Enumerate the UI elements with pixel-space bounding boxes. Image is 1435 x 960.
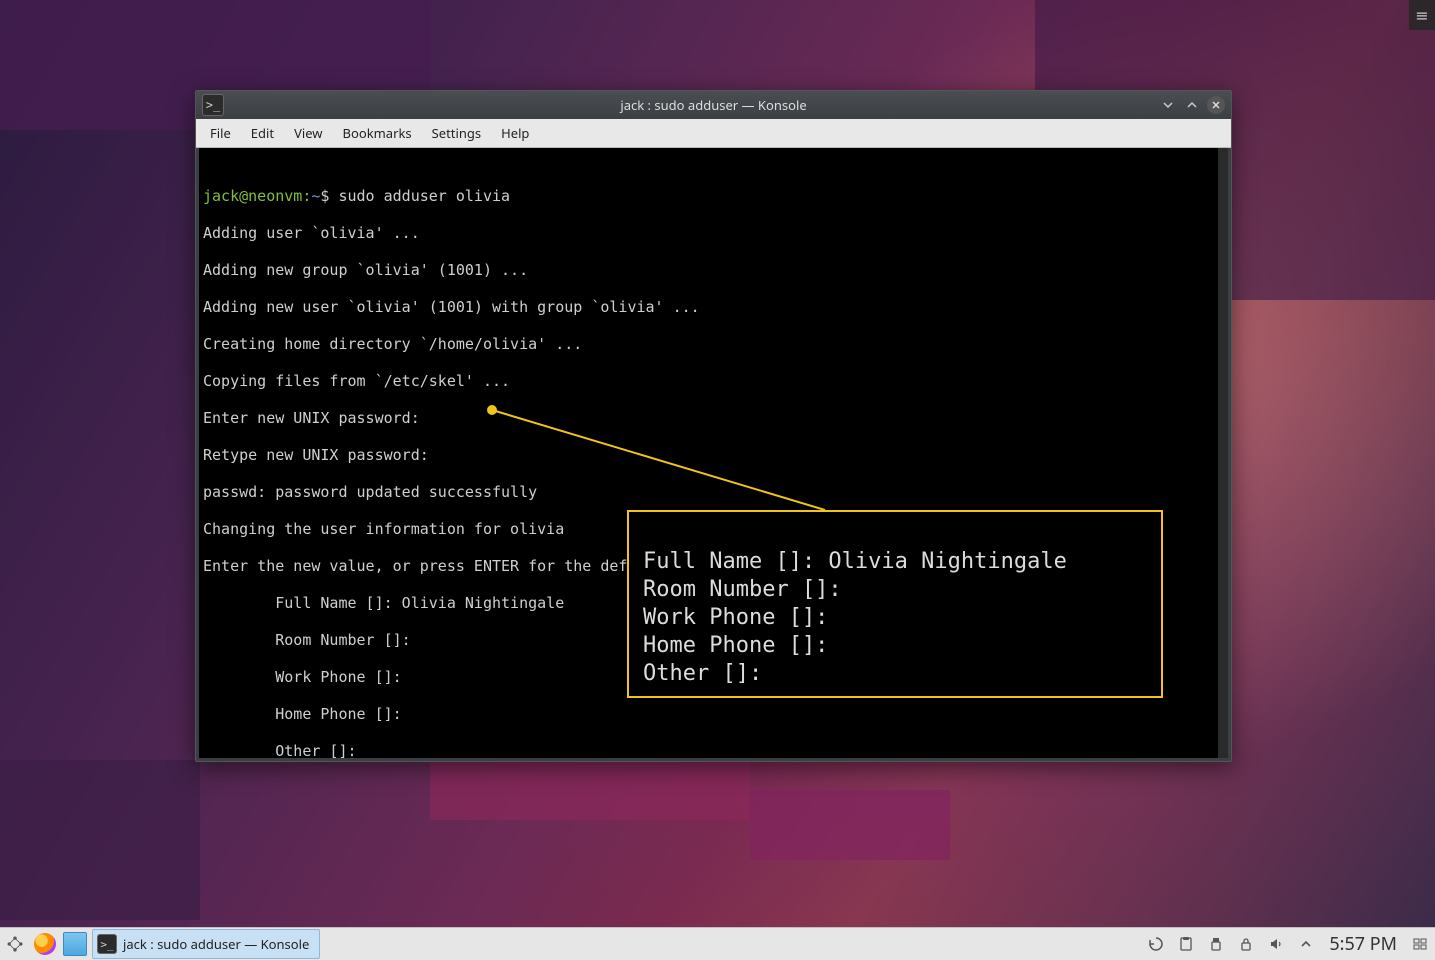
tray-lock[interactable] bbox=[1232, 930, 1260, 958]
files-launcher[interactable] bbox=[61, 930, 89, 958]
prompt-line: jack@neonvm:~$ sudo adduser olivia bbox=[203, 187, 1224, 206]
side-panel-toggle[interactable]: ≡ bbox=[1409, 0, 1435, 30]
menu-settings[interactable]: Settings bbox=[422, 119, 491, 147]
menu-view[interactable]: View bbox=[284, 119, 332, 147]
maximize-button[interactable] bbox=[1183, 96, 1201, 114]
tray-clipboard[interactable] bbox=[1172, 930, 1200, 958]
terminal-output: Retype new UNIX password: bbox=[203, 446, 1224, 465]
show-desktop-icon bbox=[1412, 936, 1428, 952]
terminal-output: passwd: password updated successfully bbox=[203, 483, 1224, 502]
terminal-output: Changing the user information for olivia bbox=[203, 520, 1224, 539]
chevron-up-icon bbox=[1298, 936, 1314, 952]
menubar: File Edit View Bookmarks Settings Help bbox=[196, 119, 1231, 148]
taskbar: >_ jack : sudo adduser — Konsole 5:57 PM bbox=[0, 927, 1435, 960]
tray-updates[interactable] bbox=[1142, 930, 1170, 958]
menu-help[interactable]: Help bbox=[491, 119, 539, 147]
tray-usb[interactable] bbox=[1202, 930, 1230, 958]
terminal-scrollbar[interactable] bbox=[1218, 148, 1228, 758]
terminal-output: Room Number []: bbox=[203, 631, 1224, 650]
terminal-output: Creating home directory `/home/olivia' .… bbox=[203, 335, 1224, 354]
lock-icon bbox=[1238, 936, 1254, 952]
terminal-output: Adding user `olivia' ... bbox=[203, 224, 1224, 243]
prompt-userhost: jack@neonvm bbox=[203, 187, 302, 205]
terminal-output: Enter new UNIX password: bbox=[203, 409, 1224, 428]
close-icon bbox=[1210, 99, 1222, 111]
files-icon bbox=[63, 932, 87, 956]
chevron-down-icon bbox=[1162, 99, 1174, 111]
konsole-window: >_ jack : sudo adduser — Konsole File Ed… bbox=[195, 90, 1232, 762]
menu-file[interactable]: File bbox=[200, 119, 241, 147]
terminal-output: Work Phone []: bbox=[203, 668, 1224, 687]
konsole-task-icon: >_ bbox=[97, 934, 117, 954]
close-button[interactable] bbox=[1207, 96, 1225, 114]
task-label: jack : sudo adduser — Konsole bbox=[123, 935, 309, 953]
terminal-output: Other []: bbox=[203, 742, 1224, 758]
tray-show-desktop[interactable] bbox=[1406, 930, 1434, 958]
terminal-output: Enter the new value, or press ENTER for … bbox=[203, 557, 1224, 576]
plasma-logo-icon bbox=[5, 934, 25, 954]
terminal-output: Full Name []: Olivia Nightingale bbox=[203, 594, 1224, 613]
menu-bookmarks[interactable]: Bookmarks bbox=[333, 119, 422, 147]
command-text: sudo adduser olivia bbox=[338, 187, 510, 205]
panel-clock[interactable]: 5:57 PM bbox=[1321, 932, 1405, 956]
firefox-icon bbox=[34, 933, 56, 955]
tray-expand[interactable] bbox=[1292, 930, 1320, 958]
menu-edit[interactable]: Edit bbox=[241, 119, 284, 147]
terminal-viewport[interactable]: jack@neonvm:~$ sudo adduser olivia Addin… bbox=[199, 148, 1228, 758]
updates-icon bbox=[1148, 936, 1164, 952]
window-title: jack : sudo adduser — Konsole bbox=[196, 96, 1231, 114]
volume-icon bbox=[1268, 936, 1284, 952]
chevron-up-icon bbox=[1186, 99, 1198, 111]
window-titlebar[interactable]: >_ jack : sudo adduser — Konsole bbox=[196, 91, 1231, 119]
firefox-launcher[interactable] bbox=[31, 930, 59, 958]
konsole-app-icon: >_ bbox=[202, 94, 224, 116]
clipboard-icon bbox=[1178, 936, 1194, 952]
tray-volume[interactable] bbox=[1262, 930, 1290, 958]
hamburger-icon: ≡ bbox=[1415, 4, 1428, 26]
terminal-output: Adding new user `olivia' (1001) with gro… bbox=[203, 298, 1224, 317]
terminal-output: Adding new group `olivia' (1001) ... bbox=[203, 261, 1224, 280]
minimize-button[interactable] bbox=[1159, 96, 1177, 114]
application-launcher[interactable] bbox=[1, 930, 29, 958]
task-konsole[interactable]: >_ jack : sudo adduser — Konsole bbox=[92, 929, 320, 959]
usb-icon bbox=[1208, 936, 1224, 952]
terminal-output: Copying files from `/etc/skel' ... bbox=[203, 372, 1224, 391]
terminal-output: Home Phone []: bbox=[203, 705, 1224, 724]
